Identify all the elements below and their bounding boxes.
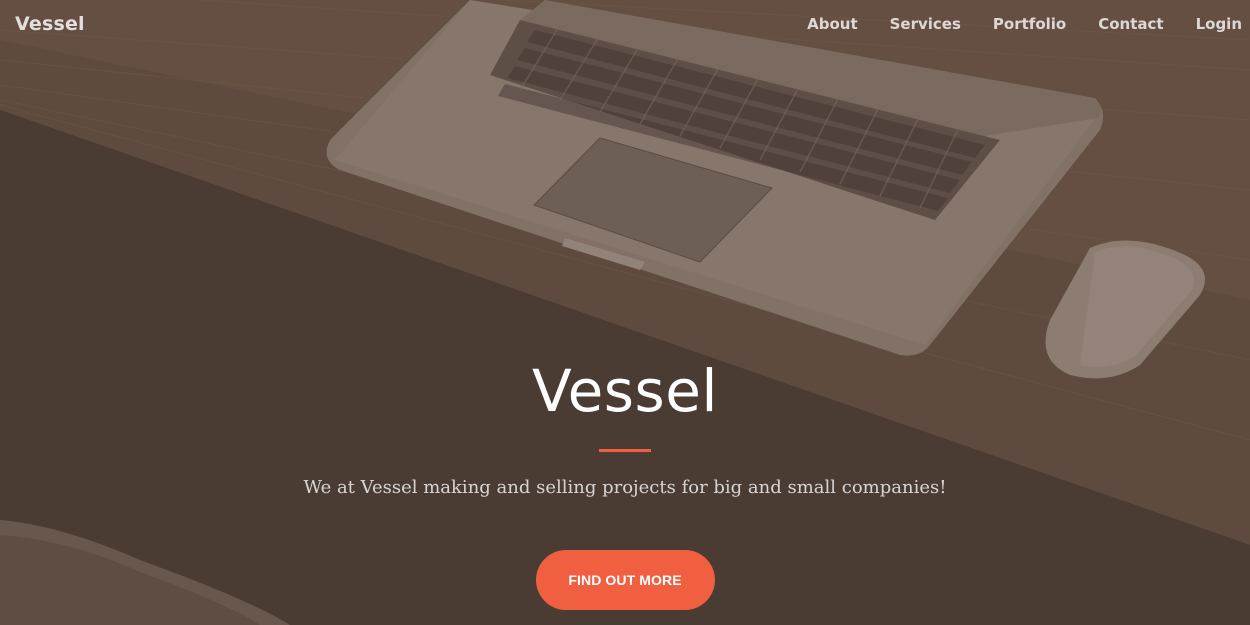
nav-link-about[interactable]: About <box>807 15 858 33</box>
nav-link-portfolio[interactable]: Portfolio <box>993 15 1066 33</box>
nav-links: About Services Portfolio Contact Login <box>775 15 1242 33</box>
title-divider <box>599 449 651 452</box>
top-navbar: Vessel About Services Portfolio Contact … <box>0 0 1250 50</box>
find-out-more-button[interactable]: FIND OUT MORE <box>535 550 715 610</box>
nav-link-services[interactable]: Services <box>890 15 961 33</box>
hero-content: Vessel We at Vessel making and selling p… <box>0 355 1250 610</box>
hero-section: Vessel About Services Portfolio Contact … <box>0 0 1250 625</box>
nav-link-login[interactable]: Login <box>1196 15 1242 33</box>
hero-subtitle: We at Vessel making and selling projects… <box>303 477 947 498</box>
hero-title: Vessel <box>531 357 719 425</box>
brand-logo[interactable]: Vessel <box>15 13 85 35</box>
nav-link-contact[interactable]: Contact <box>1098 15 1163 33</box>
